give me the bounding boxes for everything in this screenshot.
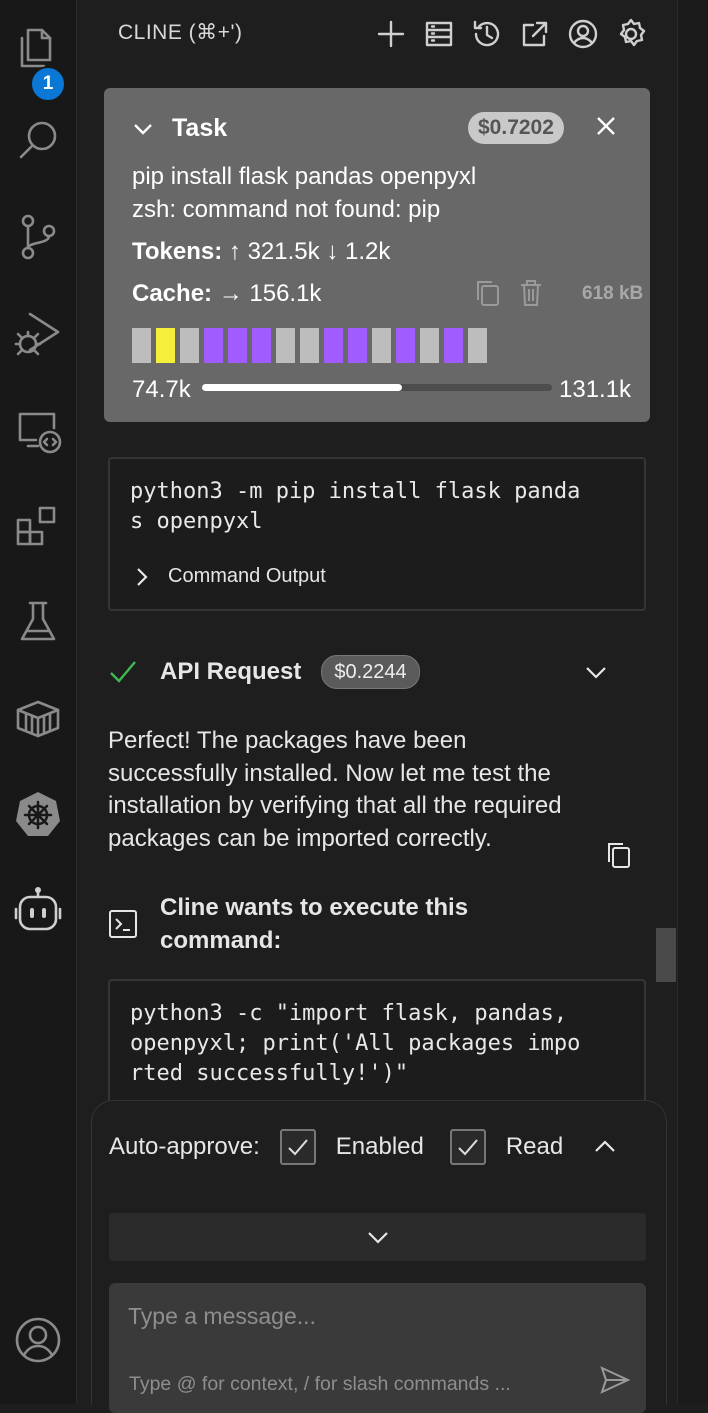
chat-footer: Auto-approve: Enabled Read Type a messag… <box>91 1100 667 1413</box>
model-dropdown[interactable] <box>109 1213 646 1261</box>
history-icon[interactable] <box>467 14 507 54</box>
tokens-up: ↑ 321.5k <box>228 238 320 265</box>
chevron-down-icon[interactable] <box>584 660 608 684</box>
context-block <box>276 328 295 363</box>
message-input[interactable]: Type a message... Type @ for context, / … <box>109 1283 646 1413</box>
context-block <box>444 328 463 363</box>
context-progress-bar <box>202 384 552 391</box>
close-icon[interactable] <box>594 114 618 143</box>
context-block <box>204 328 223 363</box>
progress-right-label: 131.1k <box>559 376 632 403</box>
execute-command-header: Cline wants to execute this command: <box>108 891 628 957</box>
context-block <box>396 328 415 363</box>
tokens-label: Tokens: <box>132 238 223 265</box>
check-icon <box>458 1139 478 1156</box>
message-placeholder: Type a message... <box>128 1303 316 1329</box>
api-cost-badge: $0.2244 <box>321 655 420 689</box>
run-debug-icon[interactable] <box>0 302 76 362</box>
task-cost-badge: $0.7202 <box>468 112 564 144</box>
chevron-up-icon[interactable] <box>593 1135 617 1159</box>
check-icon <box>110 661 136 683</box>
mcp-servers-icon[interactable] <box>419 14 459 54</box>
command-block: python3 -m pip install flask panda s ope… <box>108 457 646 611</box>
enabled-checkbox[interactable] <box>279 1129 316 1165</box>
settings-icon[interactable] <box>611 14 651 54</box>
containers-icon[interactable] <box>0 688 76 748</box>
auto-approve-label: Auto-approve: <box>109 1133 260 1160</box>
cache-value: → 156.1k <box>218 280 322 307</box>
cline-icon[interactable] <box>0 880 76 940</box>
editor-edge <box>677 0 708 1404</box>
context-block <box>252 328 271 363</box>
context-window-blocks <box>132 328 487 363</box>
command-output-toggle[interactable]: Command Output <box>132 565 326 588</box>
execute-command-title: Cline wants to execute this command: <box>160 894 469 954</box>
auto-approve-row: Auto-approve: Enabled Read <box>109 1129 617 1165</box>
cache-label: Cache: <box>132 280 213 307</box>
context-block <box>132 328 151 363</box>
cline-panel: CLINE (⌘+') Task $0.7202 pip install fla <box>77 0 677 1413</box>
account-icon[interactable] <box>0 1310 76 1370</box>
api-request-title: API Request <box>160 658 302 685</box>
files-icon[interactable]: 1 <box>0 18 76 102</box>
context-block <box>372 328 391 363</box>
context-block <box>324 328 343 363</box>
task-card: Task $0.7202 pip install flask pandas op… <box>104 88 650 422</box>
task-size: 618 kB <box>582 283 644 304</box>
context-block <box>180 328 199 363</box>
task-title: Task <box>172 114 228 142</box>
api-request-row[interactable]: API Request $0.2244 <box>108 652 648 692</box>
context-progress-fill <box>202 384 402 391</box>
terminal-icon <box>109 910 137 938</box>
explorer-badge: 1 <box>30 66 66 102</box>
read-label[interactable]: Read <box>506 1133 563 1161</box>
tokens-down: ↓ 1.2k <box>326 238 391 265</box>
remote-explorer-icon[interactable] <box>0 400 76 460</box>
panel-header: CLINE (⌘+') <box>77 0 677 68</box>
new-task-icon[interactable] <box>371 14 411 54</box>
trash-icon[interactable] <box>518 278 544 313</box>
chevron-down-icon <box>134 123 152 135</box>
copy-icon[interactable] <box>474 278 502 313</box>
progress-left-label: 74.7k <box>132 376 191 403</box>
message-hint: Type @ for context, / for slash commands… <box>129 1373 511 1395</box>
send-icon[interactable] <box>599 1365 631 1400</box>
account-icon[interactable] <box>563 14 603 54</box>
scrollbar-thumb[interactable] <box>656 928 676 982</box>
popout-icon[interactable] <box>515 14 555 54</box>
copy-icon[interactable] <box>605 840 633 875</box>
context-block <box>348 328 367 363</box>
task-text: pip install flask pandas openpyxl zsh: c… <box>132 163 477 223</box>
activity-bar: 1 <box>0 0 77 1404</box>
chevron-down-icon <box>367 1232 388 1244</box>
context-block <box>156 328 175 363</box>
source-control-icon[interactable] <box>0 206 76 266</box>
enabled-label[interactable]: Enabled <box>336 1133 424 1161</box>
command-text: python3 -c "import flask, pandas, openpy… <box>130 1001 581 1086</box>
chevron-right-icon <box>137 567 148 586</box>
context-block <box>300 328 319 363</box>
testing-icon[interactable] <box>0 592 76 652</box>
context-block <box>420 328 439 363</box>
assistant-message: Perfect! The packages have been successf… <box>108 727 562 852</box>
task-header[interactable]: Task <box>132 114 227 143</box>
check-icon <box>288 1139 308 1156</box>
context-block <box>228 328 247 363</box>
read-checkbox[interactable] <box>449 1129 486 1165</box>
context-block <box>468 328 487 363</box>
search-icon[interactable] <box>0 110 76 170</box>
kubernetes-icon[interactable] <box>0 784 76 844</box>
tokens-row: Tokens: ↑ 321.5k ↓ 1.2k <box>132 238 390 266</box>
extensions-icon[interactable] <box>0 496 76 556</box>
command-output-label: Command Output <box>168 565 326 587</box>
panel-title: CLINE (⌘+') <box>118 21 243 44</box>
cache-row: Cache: → 156.1k <box>132 280 321 308</box>
command-text: python3 -m pip install flask panda s ope… <box>130 479 581 534</box>
